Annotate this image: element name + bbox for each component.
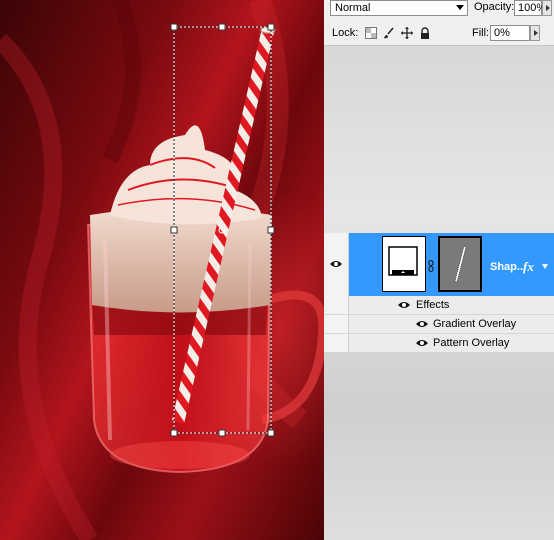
move-icon[interactable]: [401, 27, 413, 39]
visibility-column: [324, 334, 349, 352]
fill-field[interactable]: 0%: [490, 25, 530, 41]
blend-mode-dropdown[interactable]: Normal: [330, 0, 468, 16]
opacity-field[interactable]: 100%: [514, 0, 546, 16]
opacity-label: Opacity:: [474, 1, 515, 13]
eye-icon[interactable]: [416, 320, 428, 328]
effects-header-row[interactable]: Effects: [324, 296, 554, 315]
visibility-column: [324, 315, 349, 333]
fill-value: 0%: [494, 27, 510, 39]
eye-icon[interactable]: [398, 301, 410, 309]
eye-icon[interactable]: [330, 260, 342, 268]
fill-slider-toggle[interactable]: [530, 25, 540, 41]
document-canvas[interactable]: [0, 0, 324, 540]
layer-fill-thumbnail[interactable]: [382, 236, 426, 292]
layers-list: Shap... fx Effects Gradient Overlay Patt…: [324, 233, 554, 353]
fill-label: Fill:: [472, 27, 490, 39]
brush-icon[interactable]: [383, 27, 395, 39]
effect-row-gradient-overlay[interactable]: Gradient Overlay: [324, 315, 554, 334]
effect-label: Pattern Overlay: [433, 337, 510, 349]
blend-mode-value: Normal: [335, 2, 371, 14]
expand-effects-icon[interactable]: [540, 261, 550, 271]
lock-icon[interactable]: [419, 27, 431, 39]
chain-link-icon[interactable]: [428, 260, 434, 272]
canvas-artwork: [0, 0, 324, 540]
lock-label: Lock:: [332, 27, 359, 39]
fx-icon[interactable]: fx: [523, 259, 534, 275]
eye-icon[interactable]: [416, 339, 428, 347]
effect-row-pattern-overlay[interactable]: Pattern Overlay: [324, 334, 554, 353]
effect-label: Gradient Overlay: [433, 318, 517, 330]
vector-mask-thumbnail[interactable]: [438, 236, 482, 292]
effects-label: Effects: [416, 299, 450, 311]
opacity-slider-toggle[interactable]: [542, 0, 552, 16]
checker-icon[interactable]: [365, 27, 377, 39]
shape-thumbnail-icon: [388, 246, 418, 276]
layer-row-selected[interactable]: Shap... fx: [324, 233, 554, 296]
chevron-down-icon: [456, 5, 464, 10]
layer-name[interactable]: Shap...: [490, 261, 526, 273]
visibility-column: [324, 233, 349, 296]
visibility-column: [324, 296, 349, 314]
layer-options-bar: Normal Opacity: 100% Lock: Fill: 0%: [324, 0, 554, 46]
mask-shape-icon: [454, 245, 467, 283]
